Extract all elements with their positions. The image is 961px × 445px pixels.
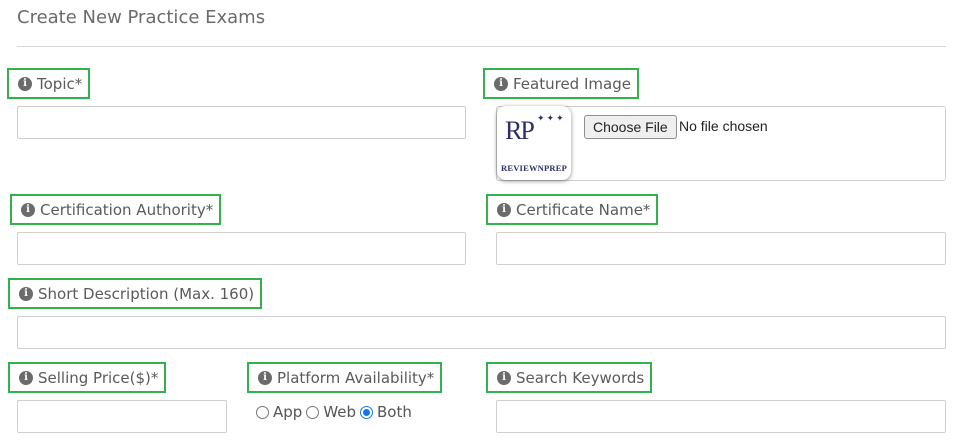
platform-availability-label-text: Platform Availability* [277, 368, 435, 387]
radio-app[interactable] [256, 405, 269, 419]
topic-label-text: Topic* [37, 74, 83, 93]
platform-option-web[interactable]: Web [306, 403, 360, 421]
info-icon[interactable]: i [497, 202, 511, 217]
certificate-name-input[interactable] [496, 232, 946, 265]
short-description-input[interactable] [17, 316, 946, 349]
certification-authority-label: i Certification Authority* [10, 194, 222, 225]
short-description-label: i Short Description (Max. 160) [8, 278, 263, 309]
logo-stars-icon: ✦✦✦ [537, 114, 566, 124]
selling-price-input[interactable] [17, 400, 227, 433]
certification-authority-label-text: Certification Authority* [40, 200, 214, 219]
topic-label: i Topic* [7, 68, 91, 99]
certificate-name-label-text: Certificate Name* [516, 200, 651, 219]
info-icon[interactable]: i [21, 202, 35, 217]
search-keywords-label: i Search Keywords [486, 362, 653, 393]
radio-web[interactable] [306, 405, 320, 419]
logo-mark: RP [505, 116, 535, 145]
certificate-name-label: i Certificate Name* [486, 194, 659, 225]
info-icon[interactable]: i [19, 370, 33, 385]
topic-input[interactable] [17, 106, 466, 139]
platform-availability-label: i Platform Availability* [247, 362, 443, 393]
info-icon[interactable]: i [19, 286, 33, 301]
search-keywords-input[interactable] [496, 400, 946, 433]
radio-web-label: Web [323, 403, 357, 421]
featured-image-label-text: Featured Image [513, 74, 631, 93]
featured-image-label: i Featured Image [483, 68, 639, 99]
platform-option-app[interactable]: App [256, 403, 306, 421]
short-description-label-text: Short Description (Max. 160) [38, 284, 255, 303]
info-icon[interactable]: i [497, 370, 511, 385]
logo-text: REVIEWNPREP [501, 163, 567, 173]
info-icon[interactable]: i [18, 76, 32, 91]
selling-price-label: i Selling Price($)* [8, 362, 167, 393]
info-icon[interactable]: i [494, 76, 508, 91]
certification-authority-input[interactable] [17, 232, 466, 265]
platform-availability-radio-group: App Web Both [256, 403, 416, 421]
title-divider [17, 46, 946, 47]
radio-both-label: Both [377, 403, 412, 421]
radio-both[interactable] [360, 405, 374, 419]
file-status: No file chosen [679, 118, 768, 134]
choose-file-button[interactable]: Choose File [584, 115, 677, 139]
featured-image-preview: RP ✦✦✦ REVIEWNPREP [497, 106, 571, 180]
radio-app-label: App [273, 403, 303, 421]
search-keywords-label-text: Search Keywords [516, 368, 645, 387]
page-title: Create New Practice Exams [17, 7, 266, 28]
info-icon[interactable]: i [258, 370, 272, 385]
selling-price-label-text: Selling Price($)* [38, 368, 159, 387]
platform-option-both[interactable]: Both [360, 403, 416, 421]
